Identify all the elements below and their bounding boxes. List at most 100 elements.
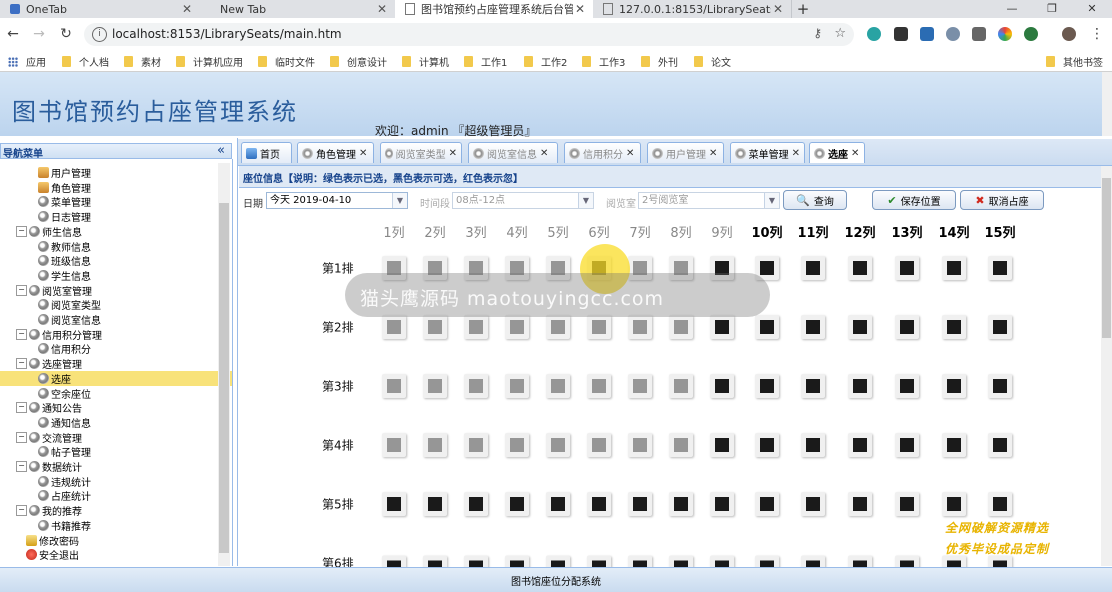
seat[interactable] [464, 374, 488, 398]
browser-tab-localhost[interactable]: 127.0.0.1:8153/LibrarySeats/ne ✕ [593, 0, 792, 18]
nav-item[interactable]: 用户管理 [38, 165, 91, 180]
seat[interactable] [546, 315, 570, 339]
tab-page[interactable]: 首页 [241, 142, 292, 163]
nav-item[interactable]: − 我的推荐 [16, 503, 82, 518]
nav-item[interactable]: 教师信息 [38, 239, 91, 254]
bookmark-folder[interactable]: 素材 [124, 54, 161, 69]
seat[interactable] [801, 256, 825, 280]
maximize-icon[interactable]: ❐ [1032, 0, 1072, 18]
nav-item[interactable]: 菜单管理 [38, 194, 91, 209]
main-scrollbar[interactable] [1101, 166, 1112, 566]
forward-icon[interactable]: → [30, 25, 48, 43]
key-icon[interactable]: ⚷ [813, 26, 822, 40]
collapse-toggle-icon[interactable]: − [16, 431, 27, 443]
reload-icon[interactable]: ↻ [57, 25, 75, 43]
close-icon[interactable]: ✕ [626, 148, 634, 159]
seat[interactable] [988, 374, 1012, 398]
close-icon[interactable]: ✕ [375, 2, 389, 16]
seat[interactable] [848, 374, 872, 398]
seat[interactable] [801, 433, 825, 457]
nav-item[interactable]: 阅览室类型 [38, 297, 101, 312]
seat[interactable] [942, 256, 966, 280]
seat[interactable] [895, 433, 919, 457]
nav-item[interactable]: − 选座管理 [16, 356, 82, 371]
seat[interactable] [710, 492, 734, 516]
close-icon[interactable]: ✕ [792, 148, 800, 159]
seat[interactable] [505, 433, 529, 457]
bookmark-folder[interactable]: 个人档 [62, 54, 109, 69]
seat[interactable] [895, 374, 919, 398]
seat[interactable] [988, 433, 1012, 457]
chevron-down-icon[interactable]: ▼ [764, 193, 779, 208]
bookmark-folder[interactable]: 工作1 [464, 54, 507, 69]
nav-item[interactable]: 角色管理 [38, 180, 91, 195]
collapse-toggle-icon[interactable]: − [16, 284, 27, 296]
seat[interactable] [895, 256, 919, 280]
seat[interactable] [382, 374, 406, 398]
collapse-toggle-icon[interactable]: − [16, 328, 27, 340]
seat[interactable] [587, 492, 611, 516]
tab-page[interactable]: 菜单管理 ✕ [730, 142, 805, 163]
bookmark-folder[interactable]: 外刊 [641, 54, 678, 69]
close-icon[interactable]: ✕ [573, 2, 587, 16]
nav-item[interactable]: 空余座位 [38, 386, 91, 401]
seat[interactable] [988, 315, 1012, 339]
seat[interactable] [628, 492, 652, 516]
collapse-toggle-icon[interactable]: − [16, 461, 27, 472]
browser-tab-onetab[interactable]: OneTab ✕ [0, 0, 201, 18]
close-icon[interactable]: ✕ [771, 2, 785, 16]
extension-icon[interactable] [1024, 27, 1038, 41]
seat[interactable] [755, 374, 779, 398]
nav-item[interactable]: 信用积分 [38, 341, 91, 356]
seat[interactable] [942, 492, 966, 516]
star-icon[interactable]: ☆ [834, 26, 846, 41]
extension-icon[interactable] [867, 27, 881, 41]
info-icon[interactable]: i [92, 27, 107, 42]
collapse-toggle-icon[interactable]: − [16, 225, 27, 237]
seat[interactable] [628, 374, 652, 398]
room-select[interactable]: 2号阅览室 ▼ [638, 192, 780, 209]
close-icon[interactable]: ✕ [449, 148, 457, 159]
extension-icon[interactable] [946, 27, 960, 41]
browser-tab-app[interactable]: 图书馆预约占座管理系统后台管理 ✕ [395, 0, 594, 18]
scroll-thumb[interactable] [1102, 178, 1111, 338]
seat[interactable] [423, 492, 447, 516]
tab-page[interactable]: 用户管理 ✕ [647, 142, 724, 163]
seat[interactable] [755, 492, 779, 516]
tab-page[interactable]: 阅览室信息 ✕ [468, 142, 558, 163]
seat[interactable] [848, 492, 872, 516]
seat[interactable] [382, 315, 406, 339]
nav-item[interactable]: − 通知公告 [16, 400, 82, 415]
seat[interactable] [710, 374, 734, 398]
seat[interactable] [801, 492, 825, 516]
seat[interactable] [669, 492, 693, 516]
tab-page[interactable]: 角色管理 ✕ [297, 142, 374, 163]
seat[interactable] [801, 374, 825, 398]
collapse-toggle-icon[interactable]: − [16, 358, 27, 370]
seat[interactable] [628, 315, 652, 339]
seat[interactable] [628, 433, 652, 457]
seat[interactable] [587, 433, 611, 457]
extension-icon[interactable] [894, 27, 908, 41]
scroll-thumb[interactable] [219, 203, 229, 553]
avatar[interactable] [1062, 27, 1076, 41]
nav-item[interactable]: 违规统计 [38, 474, 91, 489]
seat[interactable] [505, 374, 529, 398]
period-select[interactable]: 08点-12点 ▼ [452, 192, 594, 209]
date-select[interactable]: 今天 2019-04-10 ▼ [266, 192, 408, 209]
seat[interactable] [710, 433, 734, 457]
bookmark-other[interactable]: 其他书签 [1046, 54, 1103, 69]
close-icon[interactable]: ✕ [851, 148, 859, 159]
chrome-icon[interactable] [998, 27, 1012, 41]
back-icon[interactable]: ← [4, 25, 22, 43]
nav-item[interactable]: − 数据统计 [16, 459, 82, 474]
browser-tab-newtab[interactable]: New Tab ✕ [200, 0, 396, 18]
seat[interactable] [669, 374, 693, 398]
seat[interactable] [382, 433, 406, 457]
nav-item[interactable]: − 阅览室管理 [16, 283, 92, 298]
collapse-icon[interactable]: « [217, 143, 225, 158]
seat[interactable] [423, 433, 447, 457]
extension-icon[interactable] [920, 27, 934, 41]
seat[interactable] [848, 433, 872, 457]
seat[interactable] [423, 315, 447, 339]
